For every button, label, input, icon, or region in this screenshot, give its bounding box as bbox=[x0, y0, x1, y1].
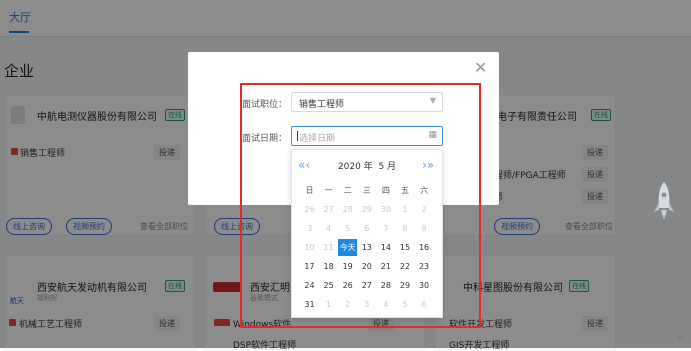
rocket-icon[interactable] bbox=[653, 180, 675, 222]
highlight-annotation bbox=[240, 83, 481, 328]
return-mark: ↵ bbox=[677, 333, 685, 343]
close-icon[interactable]: ✕ bbox=[474, 58, 487, 77]
